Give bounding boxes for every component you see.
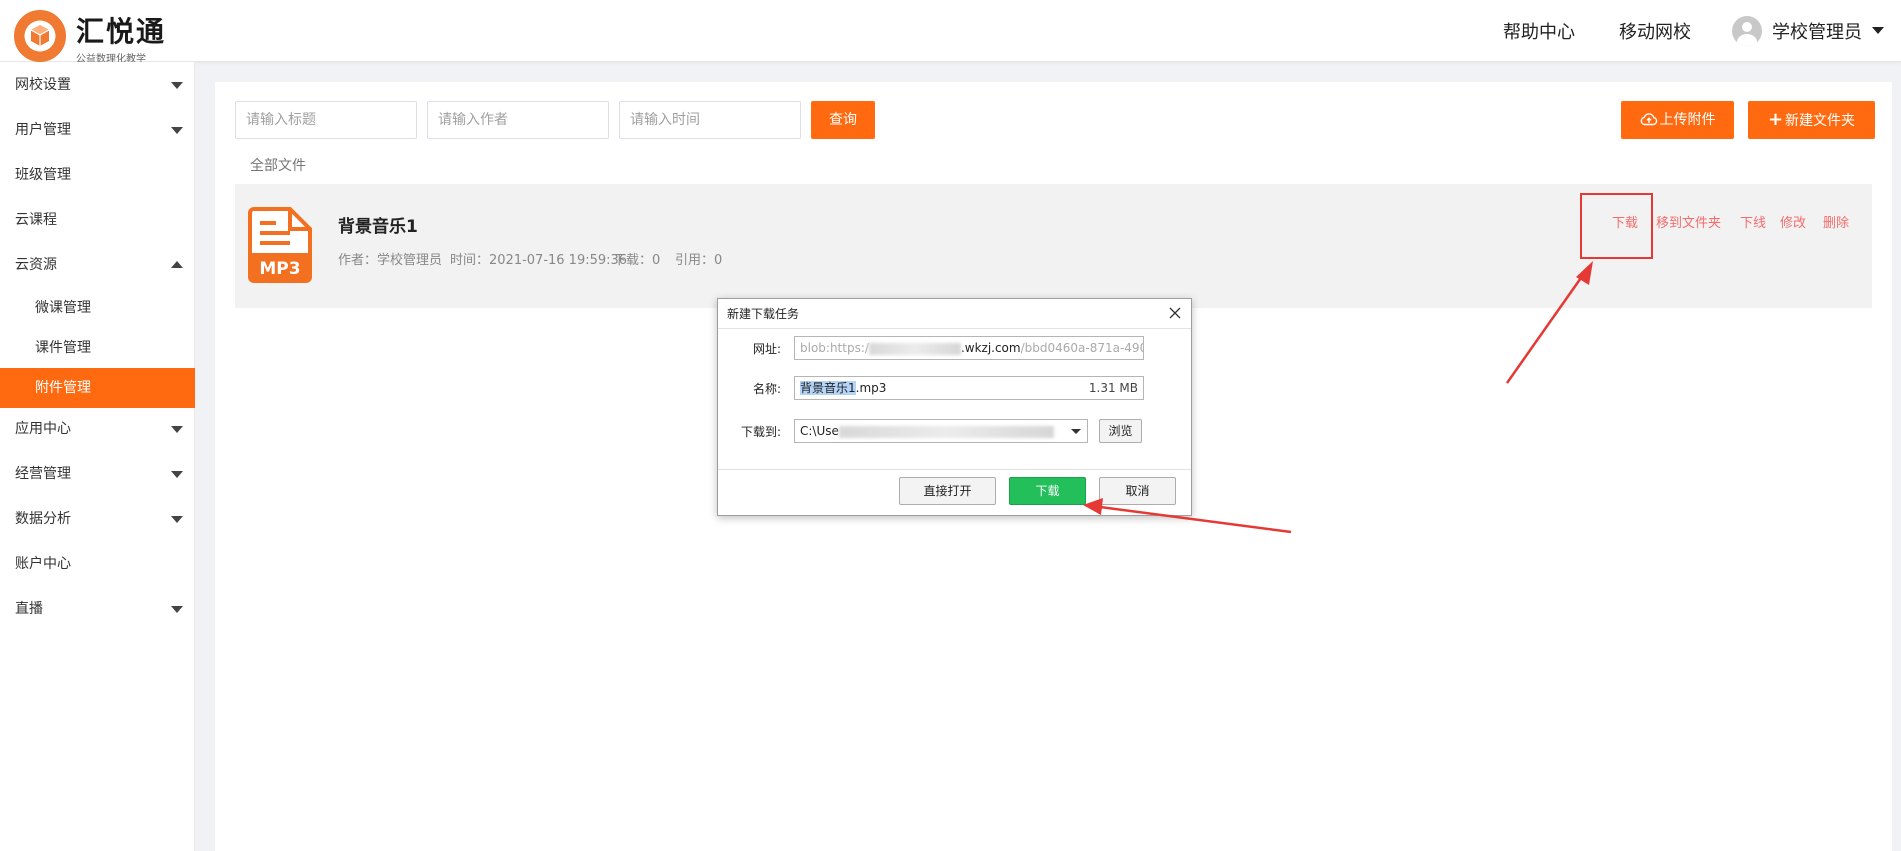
file-title[interactable]: 背景音乐1 [338, 212, 418, 237]
file-author: 作者：学校管理员 [338, 253, 443, 268]
sidebar-item-data-analysis[interactable]: 数据分析 [0, 499, 195, 539]
time-search-input[interactable] [619, 101, 801, 139]
sidebar-item-label: 经营管理 [15, 466, 71, 482]
sidebar-item-label: 云课程 [15, 212, 57, 228]
sidebar-item-label: 微课管理 [35, 300, 91, 316]
sidebar-item-live[interactable]: 直播 [0, 589, 195, 629]
breadcrumb[interactable]: 全部文件 [250, 155, 306, 175]
sidebar-item-user-management[interactable]: 用户管理 [0, 110, 195, 150]
save-path-dropdown[interactable] [1064, 419, 1088, 443]
url-field[interactable]: blob:https:/ .wkzj.com/bbd0460a-871a-490 [794, 336, 1144, 360]
nav-mobile-school[interactable]: 移动网校 [1619, 18, 1691, 44]
user-menu-name[interactable]: 学校管理员 [1772, 18, 1862, 44]
save-path-text: C:\Use [800, 424, 839, 438]
sidebar-item-operations[interactable]: 经营管理 [0, 454, 195, 494]
url-prefix: blob:https:/ [800, 341, 869, 355]
filename-field[interactable]: 背景音乐1.mp3 1.31 MB [794, 376, 1144, 400]
offline-action[interactable]: 下线 [1740, 212, 1766, 231]
sidebar-item-label: 网校设置 [15, 77, 71, 93]
file-downloads: 下载：0 [613, 253, 661, 268]
sidebar-item-attachments[interactable]: 附件管理 [0, 368, 195, 408]
open-directly-button[interactable]: 直接打开 [899, 477, 996, 505]
chevron-down-icon [171, 82, 183, 89]
sidebar-item-label: 班级管理 [15, 167, 71, 183]
sidebar-item-label: 附件管理 [35, 380, 91, 396]
chevron-down-icon [1071, 429, 1081, 434]
sidebar-item-label: 云资源 [15, 257, 57, 273]
chevron-down-icon[interactable] [1872, 27, 1884, 34]
save-to-label: 下载到: [740, 425, 781, 439]
sidebar-item-cloud-resources[interactable]: 云资源 [0, 245, 195, 285]
file-references: 引用：0 [675, 253, 723, 268]
logo-emblem-icon [14, 10, 66, 62]
chevron-down-icon [171, 426, 183, 433]
sidebar: 网校设置 用户管理 班级管理 云课程 云资源 微课管理 课件管理 附件管理 应用… [0, 62, 195, 851]
sidebar-item-courseware[interactable]: 课件管理 [0, 328, 195, 368]
filename-extension: .mp3 [855, 381, 887, 395]
redacted-region [838, 425, 1054, 438]
title-search-input[interactable] [235, 101, 417, 139]
sidebar-item-label: 应用中心 [15, 421, 71, 437]
cancel-button[interactable]: 取消 [1099, 477, 1176, 505]
mp3-file-icon: MP3 [248, 207, 312, 283]
edit-action[interactable]: 修改 [1780, 212, 1806, 231]
chevron-down-icon [171, 127, 183, 134]
name-label: 名称: [752, 382, 781, 396]
plus-icon: + [1767, 109, 1784, 130]
cloud-upload-icon [1640, 113, 1657, 126]
upload-attachment-button[interactable]: 上传附件 [1621, 101, 1734, 139]
chevron-up-icon [171, 261, 183, 268]
top-header: 汇悦通 公益数理化教学 帮助中心 移动网校 学校管理员 [0, 0, 1901, 65]
new-folder-button[interactable]: + 新建文件夹 [1748, 101, 1875, 139]
sidebar-item-label: 账户中心 [15, 556, 71, 572]
download-button[interactable]: 下载 [1009, 477, 1086, 505]
logo-title: 汇悦通 [76, 15, 167, 48]
download-dialog: 新建下载任务 网址: blob:https:/ .wkzj.com/bbd0460… [717, 298, 1192, 516]
close-icon[interactable] [1167, 305, 1183, 321]
query-button[interactable]: 查询 [811, 101, 875, 139]
sidebar-item-label: 用户管理 [15, 122, 71, 138]
mp3-icon-text: MP3 [259, 259, 300, 279]
url-label: 网址: [752, 342, 781, 356]
browse-button[interactable]: 浏览 [1099, 419, 1142, 443]
sidebar-item-class-management[interactable]: 班级管理 [0, 155, 195, 195]
sidebar-item-microlessons[interactable]: 微课管理 [0, 288, 195, 328]
file-size: 1.31 MB [1088, 381, 1138, 395]
sidebar-item-cloud-courses[interactable]: 云课程 [0, 200, 195, 240]
chevron-down-icon [171, 471, 183, 478]
chevron-down-icon [171, 516, 183, 523]
new-folder-label: 新建文件夹 [1785, 113, 1856, 129]
sidebar-item-label: 数据分析 [15, 511, 71, 527]
url-domain: .wkzj.com [960, 341, 1021, 355]
redacted-region [868, 342, 961, 355]
avatar[interactable] [1732, 16, 1762, 46]
sidebar-item-school-settings[interactable]: 网校设置 [0, 65, 195, 105]
sidebar-item-account-center[interactable]: 账户中心 [0, 544, 195, 584]
filename-selected-text: 背景音乐1 [800, 381, 856, 395]
sidebar-item-app-center[interactable]: 应用中心 [0, 409, 195, 449]
chevron-down-icon [171, 606, 183, 613]
sidebar-item-label: 直播 [15, 601, 43, 617]
delete-action[interactable]: 删除 [1823, 212, 1849, 231]
dialog-title: 新建下载任务 [727, 307, 800, 321]
upload-attachment-label: 上传附件 [1659, 112, 1716, 128]
annotation-highlight-box [1580, 193, 1653, 259]
nav-help-center[interactable]: 帮助中心 [1503, 18, 1575, 44]
author-search-input[interactable] [427, 101, 609, 139]
move-to-folder-action[interactable]: 移到文件夹 [1656, 212, 1721, 231]
sidebar-item-label: 课件管理 [35, 340, 91, 356]
url-suffix: /bbd0460a-871a-490 [1020, 341, 1144, 355]
file-time: 时间：2021-07-16 19:59:36 [450, 253, 628, 268]
save-path-field[interactable]: C:\Use [794, 419, 1065, 443]
